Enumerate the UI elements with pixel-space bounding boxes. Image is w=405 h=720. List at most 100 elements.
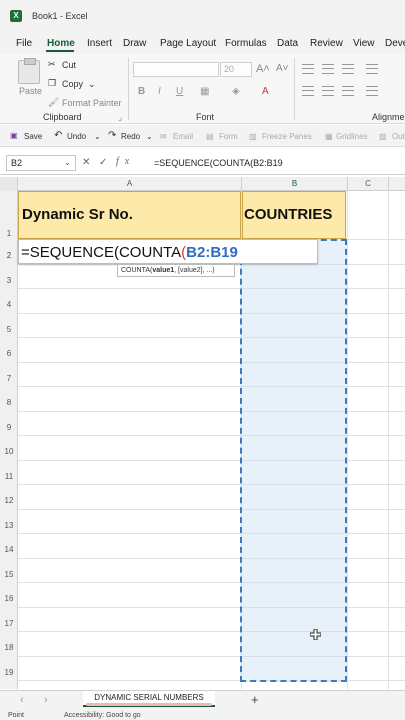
column-header-a[interactable]: A [18,179,241,188]
fx-icon[interactable]: fx [116,156,135,167]
increase-font-icon[interactable]: A˄ [256,63,270,75]
row-header[interactable]: 4 [0,300,18,309]
accessibility-status[interactable]: Accessibility: Good to go [64,712,141,719]
redo-button[interactable]: Redo [121,132,140,141]
align-top-icon[interactable] [302,64,314,74]
gridlines-icon[interactable]: ▦ [325,132,333,141]
font-name-box[interactable] [133,62,219,77]
cancel-icon[interactable]: ✕ [82,157,96,168]
fill-color-icon[interactable]: ◈ [232,86,240,97]
form-button[interactable]: Form [219,132,238,141]
active-tab-indicator [46,50,74,52]
redo-icon[interactable]: ↷ [108,130,116,141]
dialog-launcher-icon[interactable]: ⌟ [118,112,122,123]
row-header[interactable]: 19 [0,668,18,677]
column-divider[interactable] [388,177,389,191]
header-dynamic-sr-no: Dynamic Sr No. [22,206,133,223]
bold-button[interactable]: B [138,86,145,97]
row-header[interactable]: 1 [0,229,18,238]
gridlines-button[interactable]: Gridlines [336,132,368,141]
row-header[interactable]: 10 [0,447,18,456]
underline-button[interactable]: U [176,86,183,97]
row-header[interactable]: 11 [0,472,18,481]
row-header[interactable]: 18 [0,643,18,652]
menu-formulas[interactable]: Formulas [225,38,267,49]
paste-icon[interactable] [18,58,40,84]
row-header[interactable]: 16 [0,594,18,603]
email-button[interactable]: Email [173,132,193,141]
outline-button[interactable]: Out [392,132,405,141]
menu-view[interactable]: View [353,38,375,49]
formula-input[interactable]: =SEQUENCE(COUNTA(B2:B19 [154,158,283,168]
freeze-panes-button[interactable]: Freeze Panes [262,132,312,141]
email-icon[interactable]: ✉ [160,132,167,141]
row-header[interactable]: 9 [0,423,18,432]
chevron-down-icon[interactable]: ⌄ [64,158,71,167]
menu-insert[interactable]: Insert [87,38,112,49]
function-tooltip[interactable]: COUNTA(value1, [value2], ...) [117,264,235,277]
copy-button[interactable]: Copy [62,79,83,89]
form-icon[interactable]: ▤ [206,132,214,141]
menu-file[interactable]: File [16,38,32,49]
row-header[interactable]: 3 [0,276,18,285]
align-bottom-icon[interactable] [342,64,354,74]
row-header[interactable]: 7 [0,374,18,383]
row-header[interactable]: 2 [0,251,18,260]
format-painter-icon[interactable]: 🖌 [48,97,59,108]
align-right-icon[interactable] [342,86,354,96]
sheet-prev-icon[interactable]: ‹ [20,694,24,706]
row-header[interactable]: 8 [0,398,18,407]
font-size-box[interactable]: 20 [220,62,252,77]
paste-label[interactable]: Paste [19,86,42,96]
italic-button[interactable]: I [158,86,161,97]
select-all-corner[interactable] [0,177,18,191]
row-header[interactable]: 5 [0,325,18,334]
menu-home[interactable]: Home [47,38,75,49]
menu-review[interactable]: Review [310,38,343,49]
row-header[interactable]: 12 [0,496,18,505]
borders-icon[interactable]: ▦ [200,86,209,97]
range-selection-b2-b19[interactable] [240,239,347,682]
add-sheet-button[interactable]: + [251,692,259,707]
freeze-panes-icon[interactable]: ▥ [249,132,257,141]
gridline [347,191,348,689]
confirm-icon[interactable]: ✓ [99,157,113,168]
font-color-icon[interactable]: A [262,86,269,97]
chevron-down-icon[interactable]: ⌄ [94,132,101,141]
row-header-column [0,191,18,689]
decrease-font-icon[interactable]: A˅ [276,63,289,74]
menu-data[interactable]: Data [277,38,298,49]
undo-icon[interactable]: ↶ [54,130,62,141]
undo-button[interactable]: Undo [67,132,86,141]
menu-page-layout[interactable]: Page Layout [160,38,216,49]
menu-draw[interactable]: Draw [123,38,146,49]
formula-range-ref: B2:B19 [186,244,238,261]
row-header[interactable]: 6 [0,349,18,358]
row-header[interactable]: 15 [0,570,18,579]
copy-icon[interactable]: ❐ [48,78,56,89]
row-header[interactable]: 13 [0,521,18,530]
format-painter-button[interactable]: Format Painter [62,98,122,108]
align-left-icon[interactable] [302,86,314,96]
cell-edit-formula[interactable]: =SEQUENCE(COUNTA(B2:B19 [21,244,238,261]
align-center-icon[interactable] [322,86,334,96]
save-icon[interactable]: ▣ [10,131,18,140]
chevron-down-icon[interactable]: ⌄ [146,132,153,141]
excel-logo-icon: X [10,10,22,22]
column-header-c[interactable]: C [348,179,388,188]
row-header[interactable]: 17 [0,619,18,628]
row-header[interactable]: 14 [0,545,18,554]
indent-icon[interactable] [366,86,378,96]
cut-button[interactable]: Cut [62,60,76,70]
align-middle-icon[interactable] [322,64,334,74]
menu-developer[interactable]: Deve [385,38,405,49]
sheet-next-icon[interactable]: › [44,694,48,706]
save-button[interactable]: Save [24,132,42,141]
column-header-b[interactable]: B [242,179,347,188]
cut-icon[interactable]: ✂ [48,59,56,70]
tooltip-function: COUNTA( [121,267,153,274]
cell-cursor-plus-icon [310,629,321,640]
chevron-down-icon[interactable]: ⌄ [88,79,96,90]
outline-icon[interactable]: ▨ [379,132,387,141]
orientation-icon[interactable] [366,64,378,74]
